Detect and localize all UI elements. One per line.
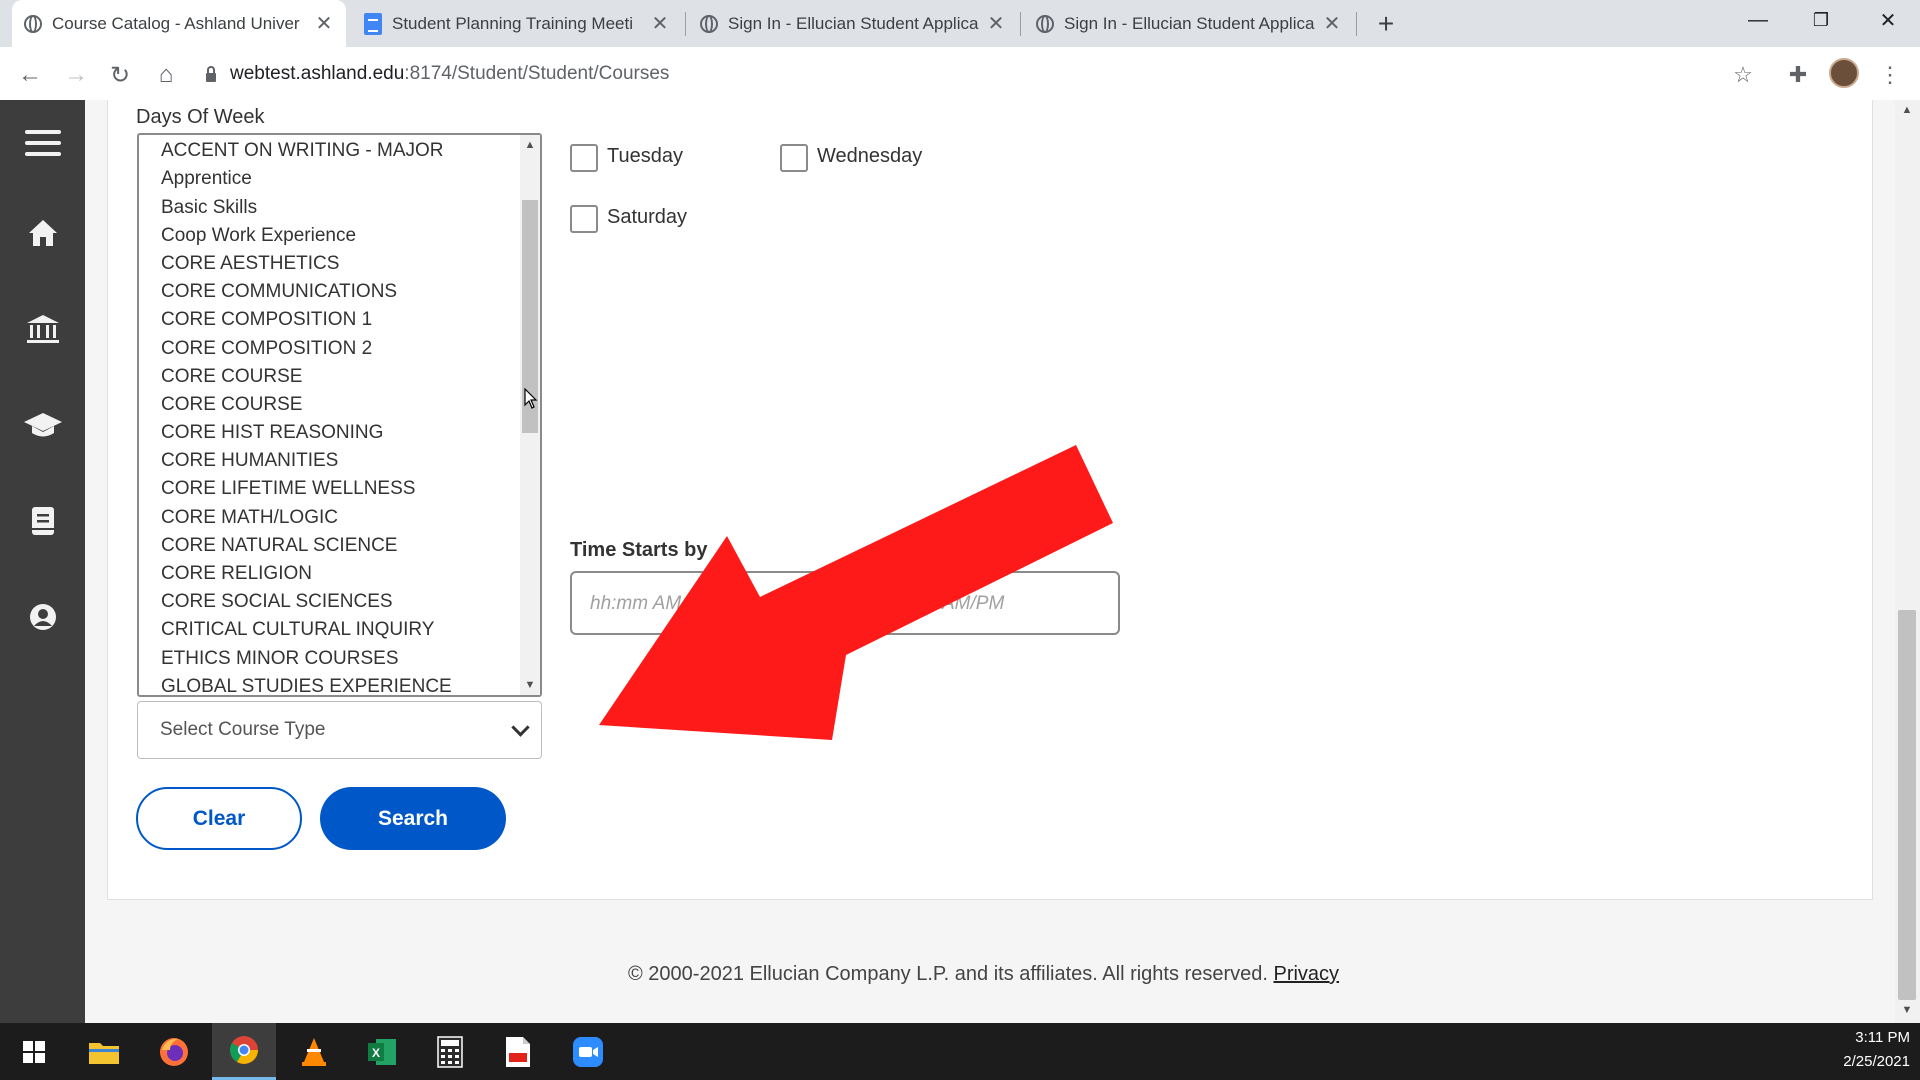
course-type-option[interactable]: CORE LIFETIME WELLNESS <box>139 475 519 503</box>
vlc-icon[interactable] <box>282 1023 346 1080</box>
copyright-text: © 2000-2021 Ellucian Company L.P. and it… <box>628 963 1268 985</box>
close-window-button[interactable]: ✕ <box>1860 0 1916 40</box>
bookmark-star-icon[interactable]: ☆ <box>1725 57 1761 93</box>
course-type-option[interactable]: CORE COMMUNICATIONS <box>139 278 519 306</box>
globe-icon <box>700 14 718 33</box>
institution-icon[interactable] <box>16 302 70 356</box>
course-type-listbox[interactable]: ACCENT ON WRITING - ENGACCENT ON WRITING… <box>137 133 542 697</box>
excel-icon[interactable]: X <box>350 1023 414 1080</box>
profile-avatar[interactable] <box>1829 58 1859 88</box>
search-button[interactable]: Search <box>320 787 506 850</box>
url-host: webtest.ashland.edu <box>230 63 405 84</box>
calculator-icon[interactable] <box>418 1023 482 1080</box>
checkbox-wednesday[interactable] <box>780 144 808 172</box>
new-tab-button[interactable]: + <box>1370 8 1402 40</box>
back-button[interactable]: ← <box>12 57 48 93</box>
label-tuesday: Tuesday <box>607 145 683 167</box>
course-type-option[interactable]: CORE COMPOSITION 2 <box>139 335 519 363</box>
scroll-down-arrow-icon[interactable]: ▼ <box>522 677 538 693</box>
close-tab-icon[interactable]: ✕ <box>1322 11 1342 36</box>
course-type-option[interactable]: Basic Skills <box>139 194 519 222</box>
forward-button[interactable]: → <box>58 57 94 93</box>
course-type-options: ACCENT ON WRITING - ENGACCENT ON WRITING… <box>139 135 519 695</box>
lock-icon <box>206 65 216 82</box>
url-path: :8174/Student/Student/Courses <box>404 63 670 84</box>
file-explorer-icon[interactable] <box>72 1023 136 1080</box>
course-type-option[interactable]: CRITICAL CULTURAL INQUIRY <box>139 616 519 644</box>
clock-date: 2/25/2021 <box>1843 1053 1910 1070</box>
tab-title: Student Planning Training Meeti <box>392 13 633 33</box>
globe-icon <box>1036 14 1054 33</box>
firefox-icon[interactable] <box>142 1023 206 1080</box>
course-catalog-icon[interactable] <box>16 494 70 548</box>
address-bar[interactable]: webtest.ashland.edu:8174/Student/Student… <box>206 54 669 94</box>
tab-title: Sign In - Ellucian Student Applica <box>728 13 979 33</box>
chevron-down-icon <box>511 717 530 737</box>
system-clock[interactable]: 3:11 PM 2/25/2021 <box>1820 1026 1910 1074</box>
google-docs-icon <box>364 12 382 35</box>
user-profile-icon[interactable] <box>16 590 70 644</box>
course-type-option[interactable]: CORE COURSE <box>139 391 519 419</box>
page-scroll-up-icon[interactable]: ▲ <box>1898 104 1916 116</box>
label-saturday: Saturday <box>607 206 688 228</box>
restore-button[interactable]: ❐ <box>1793 0 1849 40</box>
course-type-option[interactable]: Coop Work Experience <box>139 222 519 250</box>
days-of-week-label: Days Of Week <box>136 106 265 128</box>
chrome-icon[interactable] <box>212 1023 276 1080</box>
clear-button[interactable]: Clear <box>136 787 302 850</box>
pdf-reader-icon[interactable] <box>486 1023 550 1080</box>
browser-tab-sign-in-1[interactable]: Sign In - Ellucian Student Applica ✕ <box>688 0 1018 47</box>
course-type-option[interactable]: CORE COURSE <box>139 363 519 391</box>
tab-separator <box>1020 12 1021 36</box>
reload-button[interactable]: ↻ <box>102 57 138 93</box>
tab-separator <box>1356 12 1357 36</box>
label-wednesday: Wednesday <box>817 145 923 167</box>
course-type-option[interactable]: CORE HUMANITIES <box>139 447 519 475</box>
course-type-option[interactable]: CORE AESTHETICS <box>139 250 519 278</box>
course-type-option[interactable]: CORE RELIGION <box>139 560 519 588</box>
minimize-button[interactable]: — <box>1730 0 1786 40</box>
svg-text:X: X <box>372 1046 380 1060</box>
checkbox-tuesday[interactable] <box>570 144 598 172</box>
close-tab-icon[interactable]: ✕ <box>986 11 1006 36</box>
course-type-option[interactable]: CORE NATURAL SCIENCE <box>139 532 519 560</box>
page-scroll-down-icon[interactable]: ▼ <box>1898 1004 1916 1016</box>
course-type-option[interactable]: CORE MATH/LOGIC <box>139 504 519 532</box>
privacy-link[interactable]: Privacy <box>1273 963 1339 985</box>
home-button[interactable]: ⌂ <box>148 57 184 93</box>
course-type-select-value: Select Course Type <box>160 719 326 740</box>
browser-menu-icon[interactable]: ⋮ <box>1872 57 1908 93</box>
tab-title: Sign In - Ellucian Student Applica <box>1064 13 1315 33</box>
red-annotation-arrow <box>599 445 1113 740</box>
course-type-option[interactable]: Apprentice <box>139 165 519 193</box>
windows-start-icon[interactable] <box>2 1023 66 1080</box>
tab-title: Course Catalog - Ashland Univer <box>52 13 300 33</box>
course-type-option[interactable]: CORE COMPOSITION 1 <box>139 306 519 334</box>
zoom-icon[interactable] <box>556 1023 620 1080</box>
course-type-option[interactable]: GLOBAL STUDIES EXPERIENCE <box>139 673 519 695</box>
globe-icon <box>24 14 42 33</box>
checkbox-saturday[interactable] <box>570 205 598 233</box>
tab-separator <box>685 12 686 36</box>
browser-tab-training-meeting[interactable]: Student Planning Training Meeti ✕ <box>352 0 682 47</box>
close-tab-icon[interactable]: ✕ <box>314 11 334 36</box>
home-icon[interactable] <box>16 206 70 260</box>
course-type-option[interactable]: ETHICS MINOR COURSES <box>139 645 519 673</box>
page-scroll-thumb[interactable] <box>1898 610 1916 1000</box>
extensions-puzzle-icon[interactable]: ✚ <box>1780 57 1816 93</box>
course-type-select[interactable]: Select Course Type <box>137 701 542 759</box>
graduation-cap-icon[interactable] <box>16 398 70 452</box>
course-type-option[interactable]: CORE HIST REASONING <box>139 419 519 447</box>
menu-icon[interactable] <box>16 116 70 170</box>
browser-tab-sign-in-2[interactable]: Sign In - Ellucian Student Applica ✕ <box>1024 0 1354 47</box>
mouse-cursor-icon <box>524 388 538 409</box>
scroll-up-arrow-icon[interactable]: ▲ <box>522 137 538 153</box>
page-footer: © 2000-2021 Ellucian Company L.P. and it… <box>628 963 1339 986</box>
close-tab-icon[interactable]: ✕ <box>650 11 670 36</box>
browser-tab-course-catalog[interactable]: Course Catalog - Ashland Univer ✕ <box>12 0 346 47</box>
course-type-option[interactable]: CORE SOCIAL SCIENCES <box>139 588 519 616</box>
clock-time: 3:11 PM <box>1855 1029 1910 1046</box>
course-type-option[interactable]: ACCENT ON WRITING - MAJOR <box>139 137 519 165</box>
